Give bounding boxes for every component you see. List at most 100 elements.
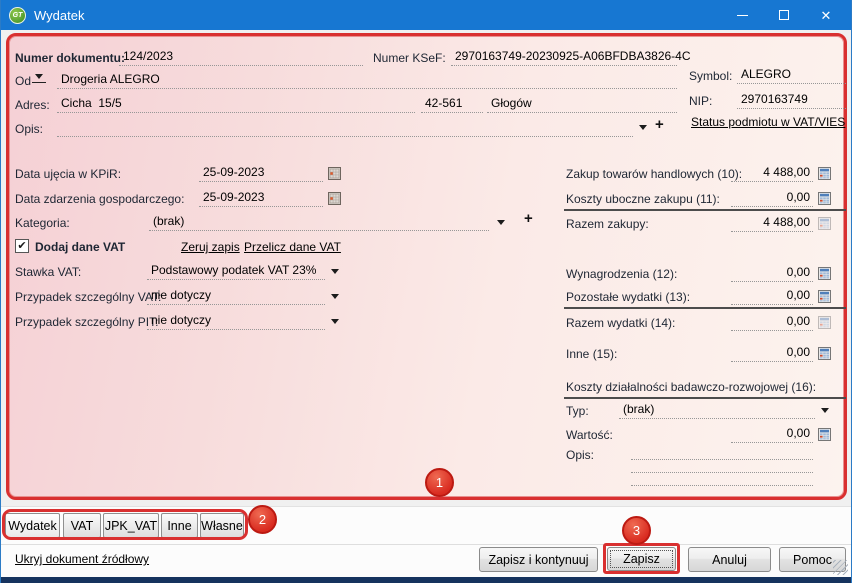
ksef-number-label: Numer KSeF:	[373, 51, 446, 65]
special-case-vat-dropdown-icon[interactable]	[331, 294, 339, 299]
kpir-date-field[interactable]: 25-09-2023	[199, 165, 323, 182]
calculator-icon[interactable]	[818, 347, 831, 360]
total-purchases-label: Razem zakupy:	[566, 217, 649, 231]
rd-value-field[interactable]: 0,00	[731, 426, 813, 443]
rd-value-label: Wartość:	[566, 428, 613, 442]
rd-type-dropdown-icon[interactable]	[821, 408, 829, 413]
symbol-field[interactable]: ALEGRO	[737, 67, 846, 84]
tab-wydatek[interactable]: Wydatek	[5, 513, 60, 538]
other-expenses-label: Pozostałe wydatki (13):	[566, 290, 691, 304]
ksef-number-field[interactable]: 2970163749-20230925-A06BFDBA3826-4C	[451, 49, 691, 66]
vat-rate-label: Stawka VAT:	[15, 265, 82, 279]
resize-grip[interactable]	[833, 560, 848, 575]
description-field[interactable]	[57, 120, 633, 137]
chevron-down-icon	[35, 74, 43, 79]
wages-label: Wynagrodzenia (12):	[566, 267, 678, 281]
vat-vies-status-link[interactable]: Status podmiotu w VAT/VIES	[691, 115, 845, 129]
save-button[interactable]: Zapisz	[607, 547, 676, 571]
divider	[564, 209, 846, 211]
add-vat-data-label: Dodaj dane VAT	[35, 240, 126, 254]
city-field[interactable]: Głogów	[487, 96, 677, 113]
tab-inne[interactable]: Inne	[161, 513, 198, 538]
recalculate-vat-link[interactable]: Przelicz dane VAT	[244, 240, 341, 254]
rd-type-field[interactable]: (brak)	[619, 402, 815, 419]
contractor-field[interactable]: Drogeria ALEGRO	[57, 72, 677, 89]
category-dropdown-icon[interactable]	[497, 220, 505, 225]
divider	[564, 397, 846, 399]
description-dropdown-icon[interactable]	[639, 125, 647, 130]
document-number-label: Numer dokumentu:	[15, 51, 126, 65]
close-button[interactable]: ✕	[805, 0, 847, 30]
divider	[564, 307, 846, 309]
tab-jpk-vat[interactable]: JPK_VAT	[103, 513, 159, 538]
hide-source-document-link[interactable]: Ukryj dokument źródłowy	[15, 552, 149, 566]
special-case-pit-field[interactable]: nie dotyczy	[147, 313, 325, 330]
app-icon: GT	[9, 6, 26, 24]
nip-field[interactable]: 2970163749	[737, 92, 846, 109]
save-and-continue-button[interactable]: Zapisz i kontynuuj	[479, 547, 598, 572]
calculator-icon[interactable]	[818, 167, 831, 180]
minimize-button[interactable]	[721, 0, 763, 30]
other-field[interactable]: 0,00	[731, 345, 813, 362]
vat-rate-field[interactable]: Podstawowy podatek VAT 23%	[147, 263, 325, 280]
add-vat-data-checkbox[interactable]: ✔	[15, 239, 29, 253]
window-bottom-border	[1, 577, 851, 583]
maximize-button[interactable]	[763, 0, 805, 30]
postal-code-field[interactable]: 42-561	[421, 96, 483, 113]
total-expenses-field: 0,00	[731, 314, 813, 331]
calculator-icon	[818, 316, 831, 329]
annotation-badge-1: 1	[425, 468, 454, 497]
calculator-icon[interactable]	[818, 428, 831, 441]
special-case-pit-dropdown-icon[interactable]	[331, 319, 339, 324]
checkmark-icon: ✔	[17, 240, 27, 252]
side-costs-label: Koszty uboczne zakupu (11):	[566, 192, 720, 206]
tab-vat[interactable]: VAT	[63, 513, 101, 538]
total-purchases-field: 4 488,00	[731, 215, 813, 232]
wages-field[interactable]: 0,00	[731, 265, 813, 282]
rd-description-line3[interactable]	[631, 469, 813, 486]
close-icon: ✕	[820, 7, 832, 23]
maximize-icon	[779, 10, 789, 20]
special-case-pit-label: Przypadek szczególny PIT:	[15, 315, 159, 329]
goods-purchase-field[interactable]: 4 488,00	[731, 165, 813, 182]
annotation-badge-2: 2	[248, 505, 277, 534]
total-expenses-label: Razem wydatki (14):	[566, 316, 676, 330]
vat-rate-dropdown-icon[interactable]	[331, 269, 339, 274]
calendar-icon[interactable]	[328, 192, 341, 205]
cancel-button[interactable]: Anuluj	[688, 547, 771, 572]
document-number-field[interactable]: 124/2023	[119, 49, 363, 66]
other-expenses-field[interactable]: 0,00	[731, 288, 813, 305]
titlebar: GT Wydatek ✕	[1, 0, 851, 30]
event-date-field[interactable]: 25-09-2023	[199, 190, 323, 207]
calendar-icon[interactable]	[328, 167, 341, 180]
category-label: Kategoria:	[15, 216, 70, 230]
description-add-icon[interactable]: +	[655, 117, 664, 132]
rd-description-label: Opis:	[566, 448, 595, 462]
street-field[interactable]: Cicha 15/5	[57, 96, 415, 113]
category-field[interactable]: (brak)	[149, 214, 489, 231]
window-title: Wydatek	[34, 7, 85, 23]
annotation-badge-3: 3	[622, 516, 651, 545]
goods-purchase-label: Zakup towarów handlowych (10):	[566, 167, 743, 181]
reset-entry-link[interactable]: Zeruj zapis	[181, 240, 240, 254]
tab-wlasne[interactable]: Własne	[200, 513, 244, 538]
rd-type-label: Typ:	[566, 404, 589, 418]
calculator-icon[interactable]	[818, 192, 831, 205]
kpir-date-label: Data ujęcia w KPiR:	[15, 167, 122, 181]
category-add-icon[interactable]: +	[524, 211, 533, 226]
app-icon-text: GT	[12, 11, 23, 19]
nip-label: NIP:	[689, 94, 713, 108]
address-label: Adres:	[15, 98, 50, 112]
special-case-vat-field[interactable]: nie dotyczy	[147, 288, 325, 305]
expense-dialog: GT Wydatek ✕ Numer dokumentu: 124/2023 N…	[0, 0, 852, 583]
calculator-icon[interactable]	[818, 290, 831, 303]
description-label: Opis:	[15, 122, 44, 136]
calculator-icon	[818, 217, 831, 230]
footer-divider	[1, 544, 851, 545]
other-label: Inne (15):	[566, 347, 618, 361]
side-costs-field[interactable]: 0,00	[731, 190, 813, 207]
symbol-label: Symbol:	[689, 69, 733, 83]
rd-costs-label: Koszty działalności badawczo-rozwojowej …	[566, 380, 817, 394]
from-dropdown-button[interactable]	[32, 70, 46, 83]
calculator-icon[interactable]	[818, 267, 831, 280]
